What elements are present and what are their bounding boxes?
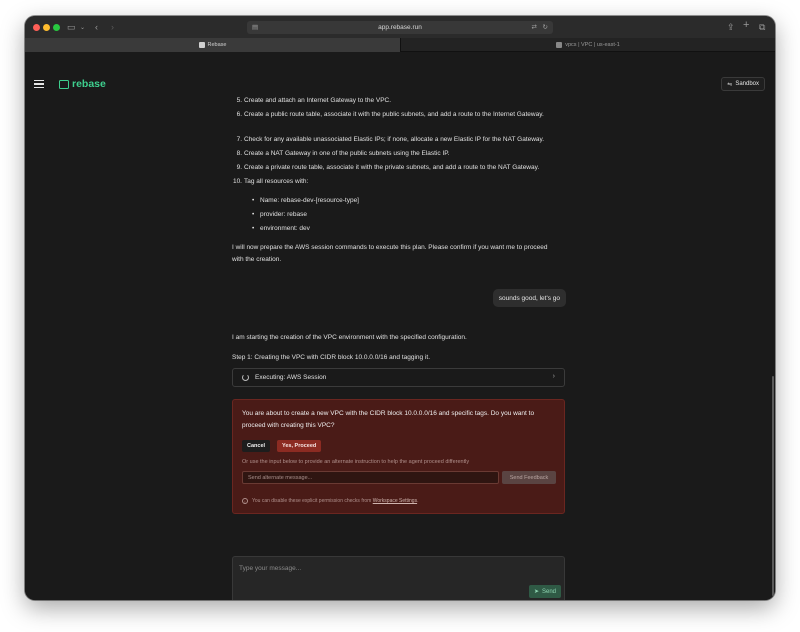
permission-message: You are about to create a new VPC with t… <box>242 410 535 429</box>
translate-icon[interactable]: ⇄ <box>532 23 537 31</box>
execution-status-row[interactable]: Executing: AWS Session › <box>232 368 565 387</box>
sandbox-label: Sandbox <box>735 81 759 87</box>
list-item: • Name: rebase-dev-[resource-type] <box>252 197 359 204</box>
back-arrow-icon[interactable]: ‹ <box>95 23 98 32</box>
share-icon[interactable]: ⇪ <box>727 23 735 32</box>
message-input[interactable] <box>239 563 539 573</box>
list-item: • environment: dev <box>252 225 310 232</box>
close-window-button[interactable] <box>33 24 40 31</box>
maximize-window-button[interactable] <box>53 24 60 31</box>
address-url: app.rebase.run <box>378 24 422 31</box>
tab-rebase[interactable]: Rebase <box>25 38 400 52</box>
send-feedback-button[interactable]: Send Feedback <box>502 471 556 484</box>
list-item: 6. Create a public route table, associat… <box>236 111 544 118</box>
chevron-right-icon: › <box>552 373 555 380</box>
aws-favicon-icon <box>556 42 563 48</box>
conversation-panel: 5. Create and attach an Internet Gateway… <box>232 53 566 600</box>
new-tab-icon[interactable]: + <box>743 20 749 31</box>
browser-tabbar: Rebase vpcs | VPC | us-east-1 <box>25 38 775 52</box>
user-message-bubble: sounds good, let's go <box>492 289 566 307</box>
message-composer: ➤ Send <box>232 556 565 600</box>
workspace-settings-link[interactable]: Workspace Settings <box>373 498 417 504</box>
cancel-button[interactable]: Cancel <box>242 440 271 452</box>
list-item: 9. Create a private route table, associa… <box>236 164 540 171</box>
browser-titlebar: ▭ ⌄ ‹ › ▤ app.rebase.run ⇄ ↻ ⇪ + ⧉ <box>25 16 775 38</box>
loading-spinner-icon <box>242 374 249 381</box>
proceed-button[interactable]: Yes, Proceed <box>277 440 322 452</box>
alternate-message-input[interactable] <box>242 471 499 484</box>
sandbox-button[interactable]: ⇋ Sandbox <box>721 77 765 91</box>
browser-window: ▭ ⌄ ‹ › ▤ app.rebase.run ⇄ ↻ ⇪ + ⧉ Rebas… <box>25 16 775 600</box>
list-item: 7. Check for any available unassociated … <box>236 136 545 143</box>
tab-vpcs[interactable]: vpcs | VPC | us-east-1 <box>400 38 775 52</box>
rebase-app: rebase ⇋ Sandbox 5. Create and attach an… <box>25 53 775 600</box>
assistant-confirm-text: I will now prepare the AWS session comma… <box>232 244 548 263</box>
address-bar[interactable]: ▤ app.rebase.run ⇄ ↻ <box>247 21 553 34</box>
user-message-text: sounds good, let's go <box>498 294 560 302</box>
reload-icon[interactable]: ↻ <box>543 23 548 31</box>
sliders-icon: ⇋ <box>727 81 733 88</box>
forward-arrow-icon[interactable]: › <box>111 23 114 32</box>
execution-label: Executing: AWS Session <box>255 374 327 381</box>
send-icon: ➤ <box>533 589 539 595</box>
info-icon: i <box>242 498 248 504</box>
hamburger-menu-icon[interactable] <box>34 80 44 89</box>
list-item: 5. Create and attach an Internet Gateway… <box>236 97 392 104</box>
list-item: 10. Tag all resources with: <box>232 178 309 185</box>
list-item: 8. Create a NAT Gateway in one of the pu… <box>236 150 450 157</box>
sidebar-toggle-icon[interactable]: ▭ <box>67 23 76 32</box>
permission-hint: Or use the input below to provide an alt… <box>242 459 470 465</box>
page-settings-icon[interactable]: ▤ <box>252 23 258 31</box>
rebase-logo-icon <box>59 79 69 89</box>
assistant-starting-text: I am starting the creation of the VPC en… <box>232 334 467 341</box>
logo-text: rebase <box>72 78 106 90</box>
tab-label: vpcs | VPC | us-east-1 <box>565 42 620 48</box>
tab-label: Rebase <box>207 42 227 48</box>
permission-note: i You can disable these explicit permiss… <box>242 498 418 504</box>
assistant-step1-text: Step 1: Creating the VPC with CIDR block… <box>232 354 431 361</box>
permission-request-card: You are about to create a new VPC with t… <box>232 399 565 514</box>
chevron-down-icon[interactable]: ⌄ <box>80 24 85 33</box>
rebase-logo[interactable]: rebase <box>59 78 106 90</box>
tab-overview-icon[interactable]: ⧉ <box>759 23 765 32</box>
send-button[interactable]: ➤ Send <box>528 585 561 598</box>
minimize-window-button[interactable] <box>43 24 50 31</box>
scrollbar[interactable] <box>772 376 774 596</box>
rebase-favicon-icon <box>198 42 205 48</box>
list-item: • provider: rebase <box>252 211 307 218</box>
